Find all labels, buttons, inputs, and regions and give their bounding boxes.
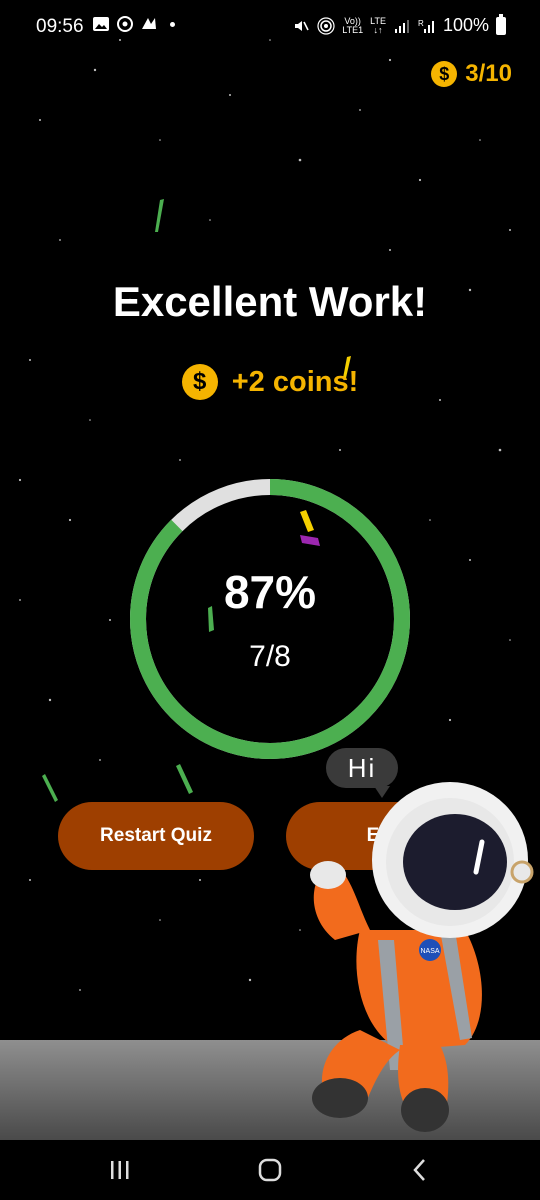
- progress-arc: [130, 479, 410, 759]
- back-button[interactable]: [400, 1152, 440, 1188]
- back-icon: [413, 1159, 425, 1181]
- home-button[interactable]: [250, 1152, 290, 1188]
- lte-label: LTE ↓↑: [370, 15, 386, 35]
- astronaut-mascot: NASA: [310, 782, 534, 1132]
- system-nav-bar: [0, 1140, 540, 1200]
- signal-roaming-icon: R: [418, 19, 434, 33]
- recent-apps-icon: [111, 1161, 129, 1179]
- score-fraction: 7/8: [249, 640, 291, 673]
- result-title: Excellent Work!: [112, 278, 428, 325]
- score-percent: 87%: [223, 566, 317, 618]
- system-status-icons: Vo)) LTE1 LTE ↓↑ R 100%: [292, 13, 506, 36]
- battery-icon: [496, 13, 506, 35]
- mute-icon: [295, 20, 309, 31]
- reward-coin-icon: $: [181, 364, 218, 400]
- battery-percent: 100%: [442, 15, 489, 35]
- status-time: 09:56: [36, 16, 84, 37]
- home-icon: [258, 1158, 282, 1182]
- hotspot-icon: [317, 16, 335, 35]
- notification-icons: [92, 15, 175, 33]
- volte-label: Vo)) LTE1: [342, 15, 364, 35]
- signal-icon: [394, 19, 409, 33]
- whatsapp-icon: [117, 16, 133, 32]
- gallery-icon: [93, 17, 109, 31]
- coin-count: 3/10: [465, 60, 512, 87]
- coin-counter: $ 3/10: [431, 60, 512, 88]
- svg-text:R: R: [418, 19, 424, 28]
- coin-reward: $ +2 coins!: [0, 364, 540, 400]
- status-bar: 09:56 Vo)) LTE1 LTE ↓↑ R 100%: [0, 0, 540, 54]
- score-progress-ring: [130, 479, 410, 759]
- restart-quiz-button[interactable]: Restart Quiz: [58, 802, 254, 870]
- dollar-coin-icon: $: [431, 61, 458, 87]
- nasa-badge-text: NASA: [420, 948, 439, 955]
- mascot-speech-bubble: Hi: [326, 748, 398, 798]
- recent-apps-button[interactable]: [100, 1152, 140, 1188]
- app-notification-icon: [142, 18, 156, 29]
- reward-text: +2 coins!: [231, 365, 359, 398]
- more-notifications-dot: [170, 21, 175, 27]
